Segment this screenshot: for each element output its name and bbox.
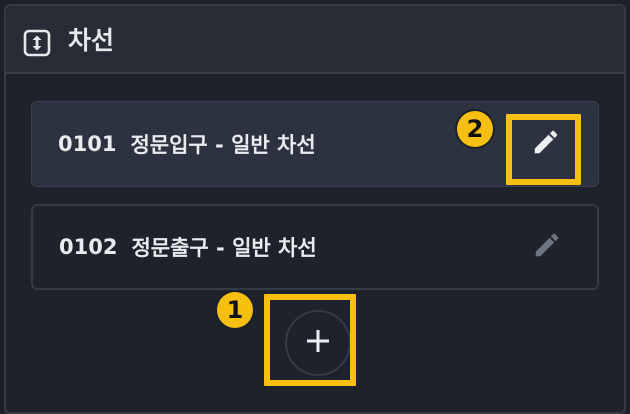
lane-item-0102[interactable]: 0102 정문출구 - 일반 차선 xyxy=(31,204,599,290)
edit-lane-button-0102[interactable] xyxy=(529,229,565,265)
panel-header: 차선 xyxy=(6,6,624,74)
lane-code: 0101 xyxy=(58,132,117,156)
swap-vertical-icon xyxy=(23,29,51,57)
lane-label: 0101 정문입구 - 일반 차선 xyxy=(58,102,316,186)
panel-title: 차선 xyxy=(68,26,115,55)
highlight-box-add xyxy=(264,294,356,386)
annotation-badge-2: 2 xyxy=(457,111,493,147)
annotation-badge-1: 1 xyxy=(217,292,253,328)
highlight-box-edit xyxy=(506,114,581,185)
lane-label: 0102 정문출구 - 일반 차선 xyxy=(59,206,317,288)
lane-name: 정문입구 - 일반 차선 xyxy=(130,133,316,157)
pencil-icon xyxy=(532,230,562,264)
lane-code: 0102 xyxy=(59,235,118,259)
lane-name: 정문출구 - 일반 차선 xyxy=(131,236,317,260)
